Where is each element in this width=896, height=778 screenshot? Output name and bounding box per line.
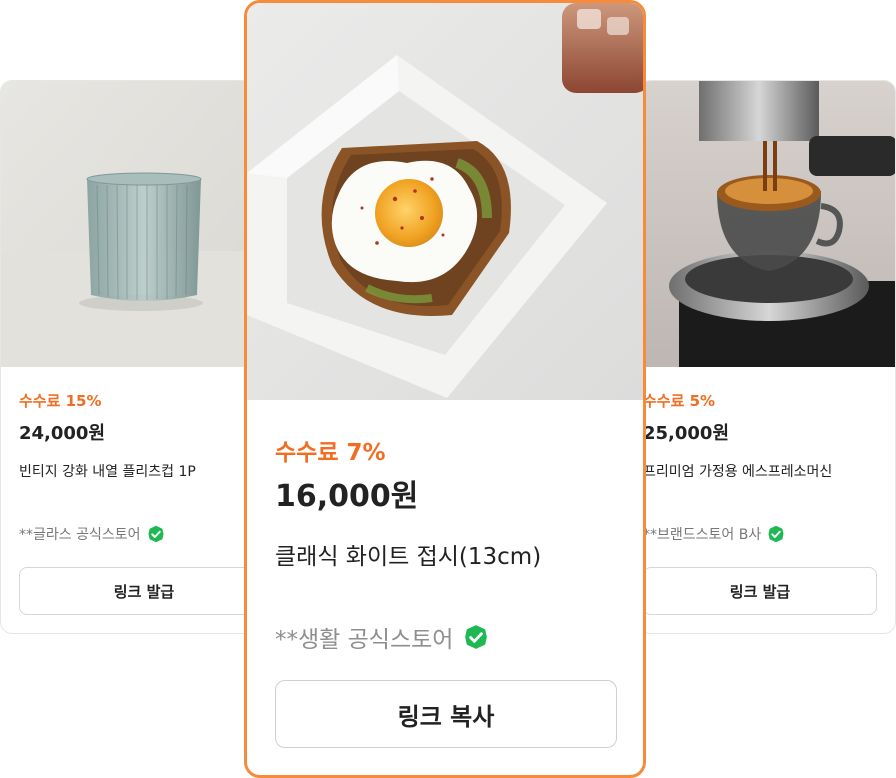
store-name: **브랜드스토어 B사 bbox=[643, 524, 785, 544]
product-title[interactable]: 클래식 화이트 접시(13cm) bbox=[275, 537, 541, 571]
product-card-glass-cup[interactable]: 수수료 15% 24,000원 빈티지 강화 내열 플리츠컵 1P **글라스 … bbox=[0, 80, 258, 634]
commission-rate: 수수료 15% bbox=[19, 392, 102, 410]
product-image-espresso-machine bbox=[639, 81, 895, 367]
product-card-espresso-machine[interactable]: 수수료 5% 25,000원 프리미엄 가정용 에스프레소머신 **브랜드스토어… bbox=[638, 80, 896, 634]
store-name-label: **글라스 공식스토어 bbox=[19, 527, 141, 543]
commission-rate: 수수료 5% bbox=[643, 392, 716, 410]
product-image-glass-cup bbox=[1, 81, 257, 367]
product-price: 16,000원 bbox=[275, 479, 419, 514]
issue-link-button[interactable]: 링크 발급 bbox=[19, 567, 257, 615]
commission-rate: 수수료 7% bbox=[275, 440, 386, 466]
store-name: **생활 공식스토어 bbox=[275, 620, 489, 654]
store-name: **글라스 공식스토어 bbox=[19, 524, 165, 544]
store-name-label: **생활 공식스토어 bbox=[275, 627, 454, 653]
product-title[interactable]: 빈티지 강화 내열 플리츠컵 1P bbox=[19, 461, 196, 481]
issue-link-button[interactable]: 링크 발급 bbox=[643, 567, 877, 615]
verified-check-icon bbox=[463, 624, 489, 650]
product-price: 25,000원 bbox=[643, 423, 730, 444]
product-title[interactable]: 프리미엄 가정용 에스프레소머신 bbox=[643, 461, 832, 481]
verified-check-icon bbox=[147, 525, 165, 543]
product-card-white-plate[interactable]: 수수료 7% 16,000원 클래식 화이트 접시(13cm) **생활 공식스… bbox=[244, 0, 646, 778]
product-price: 24,000원 bbox=[19, 423, 106, 444]
copy-link-button[interactable]: 링크 복사 bbox=[275, 680, 617, 748]
product-image-white-plate bbox=[247, 3, 643, 400]
store-name-label: **브랜드스토어 B사 bbox=[643, 527, 762, 543]
verified-check-icon bbox=[767, 525, 785, 543]
